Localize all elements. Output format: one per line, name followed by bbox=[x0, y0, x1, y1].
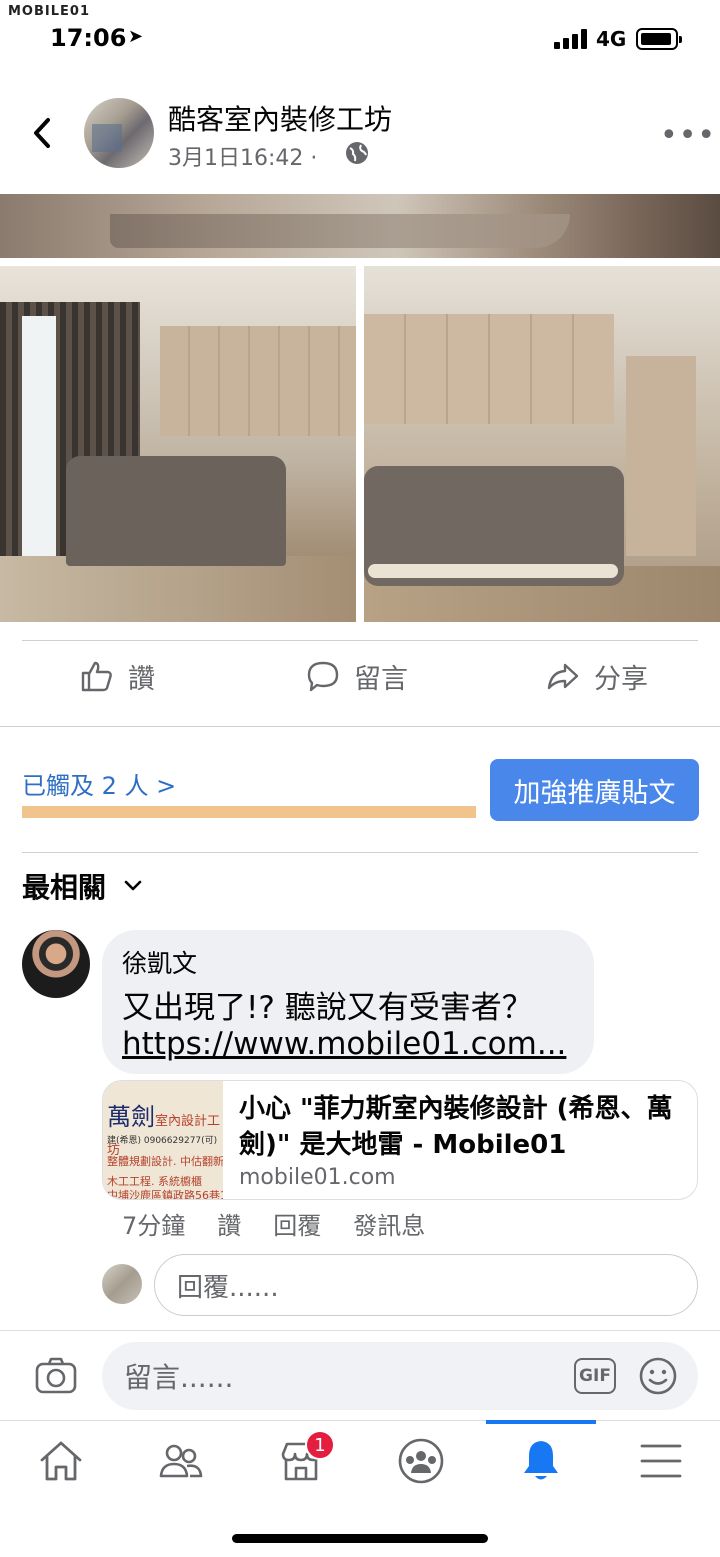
link-preview-title: 小心 "菲力斯室內裝修設計 (希恩、萬劍)" 是大地雷 - Mobile01 bbox=[239, 1094, 673, 1160]
gif-button[interactable]: GIF bbox=[574, 1358, 616, 1394]
link-preview-card[interactable]: 萬劍室內設計工坊 建(希恩) 0906629277(可) 整體規劃設計. 中估翻… bbox=[102, 1080, 698, 1200]
boost-post-button[interactable]: 加強推廣貼文 bbox=[490, 759, 699, 821]
reply-avatar bbox=[102, 1264, 142, 1304]
groups-icon[interactable] bbox=[396, 1436, 446, 1486]
comment-like-button[interactable]: 讚 bbox=[217, 1206, 241, 1241]
post-actions: 讚 留言 分享 bbox=[0, 642, 720, 712]
chevron-down-icon bbox=[124, 880, 142, 891]
notifications-icon[interactable] bbox=[516, 1436, 566, 1486]
home-indicator bbox=[232, 1534, 488, 1543]
thumb-line: 整體規劃設計. 中估翻新工程 bbox=[107, 1155, 223, 1168]
date-separator: · bbox=[310, 146, 318, 171]
comment-link[interactable]: https://www.mobile01.com... bbox=[122, 1026, 566, 1062]
marketplace-badge: 1 bbox=[305, 1430, 335, 1460]
post-header: 酷客室內裝修工坊 3月1日16:42 · ••• bbox=[0, 88, 720, 184]
signal-icon bbox=[554, 29, 590, 49]
like-label: 讚 bbox=[128, 663, 155, 695]
battery-icon bbox=[636, 28, 682, 50]
comment-time: 7分鐘 bbox=[122, 1212, 186, 1240]
share-label: 分享 bbox=[594, 663, 648, 695]
emoji-icon[interactable] bbox=[638, 1356, 678, 1396]
reach-link[interactable]: 已觸及 2 人 > bbox=[22, 766, 176, 801]
reply-input[interactable]: 回覆...... bbox=[154, 1254, 698, 1316]
post-date[interactable]: 3月1日16:42 · bbox=[168, 140, 317, 172]
location-arrow-icon: ➤ bbox=[128, 26, 144, 47]
link-preview-domain: mobile01.com bbox=[239, 1165, 396, 1190]
comment-reply-button[interactable]: 回覆 bbox=[273, 1206, 321, 1241]
like-button[interactable]: 讚 bbox=[80, 654, 155, 698]
comment-label: 留言 bbox=[354, 663, 408, 695]
comment-sort-dropdown[interactable]: 最相關 bbox=[22, 866, 142, 906]
home-icon[interactable] bbox=[36, 1436, 86, 1486]
back-arrow-icon[interactable] bbox=[24, 108, 64, 158]
share-button[interactable]: 分享 bbox=[546, 654, 648, 698]
divider bbox=[0, 1420, 720, 1421]
page-name[interactable]: 酷客室內裝修工坊 bbox=[168, 98, 392, 138]
friends-icon[interactable] bbox=[156, 1436, 206, 1486]
comment-meta: 7分鐘 讚 回覆 發訊息 bbox=[122, 1206, 425, 1241]
comment-message-button[interactable]: 發訊息 bbox=[353, 1206, 425, 1241]
sort-label: 最相關 bbox=[22, 871, 107, 904]
camera-icon[interactable] bbox=[34, 1356, 78, 1396]
comment-text: 又出現了!? 聽說又有受害者？ bbox=[122, 990, 533, 1026]
page-avatar[interactable] bbox=[84, 98, 154, 168]
reach-progress-bar bbox=[22, 806, 476, 818]
divider bbox=[22, 640, 698, 641]
post-image-left[interactable] bbox=[0, 266, 356, 622]
status-bar: 17:06 ➤ 4G bbox=[0, 0, 720, 62]
comment-button[interactable]: 留言 bbox=[306, 654, 408, 698]
divider bbox=[0, 1330, 720, 1331]
post-image-right[interactable] bbox=[364, 266, 720, 622]
thumb-phone: 建(希恩) 0906629277(可) bbox=[107, 1136, 218, 1146]
divider bbox=[0, 726, 720, 727]
more-options-icon[interactable]: ••• bbox=[660, 118, 716, 153]
comment-bubble[interactable]: 徐凱文 又出現了!? 聽說又有受害者？ https://www.mobile01… bbox=[102, 930, 594, 1074]
thumbs-up-icon bbox=[81, 661, 112, 692]
post-date-text: 3月1日16:42 bbox=[168, 146, 304, 171]
globe-icon bbox=[346, 142, 368, 164]
menu-icon[interactable] bbox=[636, 1436, 686, 1486]
nav-active-indicator bbox=[486, 1420, 596, 1424]
thumb-line: 中埔沙鹿區鎮政路56巷1號 bbox=[107, 1189, 223, 1200]
network-type: 4G bbox=[596, 27, 627, 51]
thumb-brand: 萬劍室內設計工坊 bbox=[107, 1103, 221, 1158]
divider bbox=[22, 852, 698, 853]
share-arrow-icon bbox=[547, 663, 579, 690]
commenter-avatar[interactable] bbox=[22, 930, 90, 998]
comment-author[interactable]: 徐凱文 bbox=[122, 944, 197, 980]
status-time: 17:06 bbox=[50, 24, 127, 52]
comment-bubble-icon bbox=[307, 661, 339, 692]
link-preview-thumbnail: 萬劍室內設計工坊 建(希恩) 0906629277(可) 整體規劃設計. 中估翻… bbox=[103, 1081, 223, 1200]
post-image-top[interactable] bbox=[0, 194, 720, 258]
